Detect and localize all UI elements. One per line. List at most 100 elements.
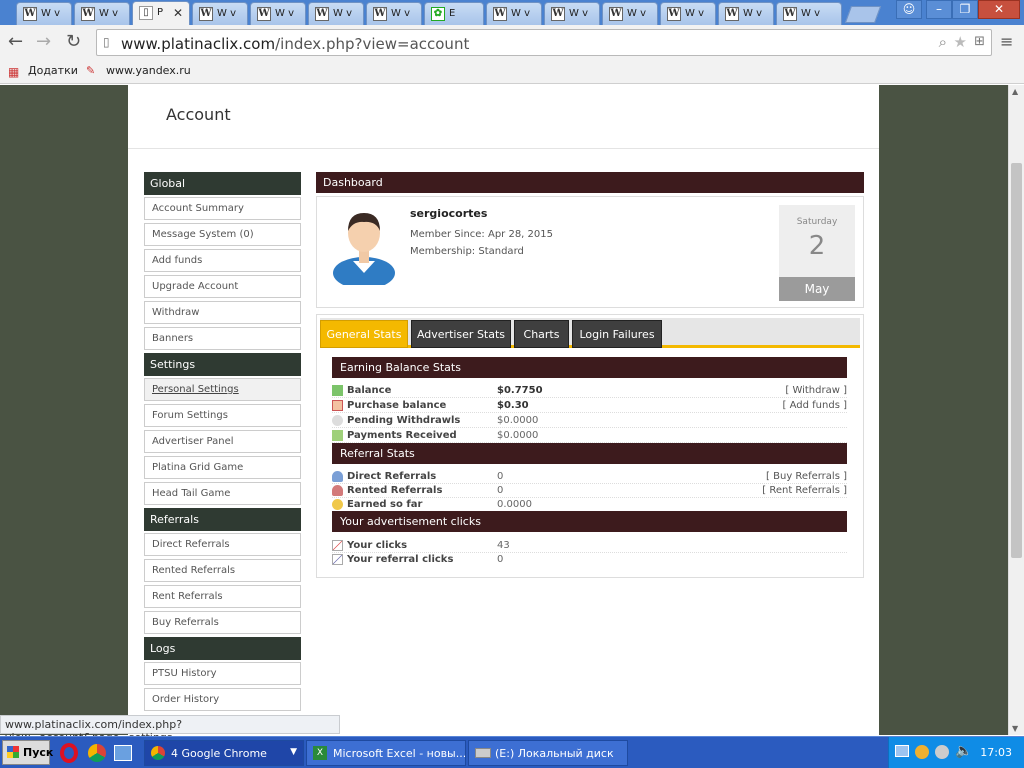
wikipedia-icon: W <box>315 7 329 21</box>
desktop-icon[interactable] <box>114 745 132 761</box>
sidebar-item-account-summary[interactable]: Account Summary <box>144 197 301 220</box>
browser-tab[interactable]: WW v <box>486 2 542 25</box>
sidebar-item-order-history[interactable]: Order History <box>144 688 301 711</box>
back-icon[interactable]: ← <box>8 32 23 52</box>
sidebar-item-personal-settings[interactable]: Personal Settings <box>144 378 301 401</box>
security-icon[interactable] <box>935 745 949 759</box>
coins-icon <box>332 499 343 510</box>
wikipedia-icon: W <box>199 7 213 21</box>
page-title: Account <box>166 105 231 124</box>
account-sidebar: Global Account Summary Message System (0… <box>144 172 301 714</box>
taskbar-item-drive[interactable]: (E:) Локальный диск <box>468 740 628 766</box>
zoom-icon[interactable]: ⌕ <box>939 33 947 51</box>
profile-card: sergiocortes Member Since: Apr 28, 2015 … <box>316 196 864 308</box>
browser-tab[interactable]: WW v <box>544 2 600 25</box>
sidebar-item-advertiser-panel[interactable]: Advertiser Panel <box>144 430 301 453</box>
stats-tabs: General Stats Advertiser Stats Charts Lo… <box>320 318 860 348</box>
browser-tab[interactable]: WW v <box>660 2 716 25</box>
star-icon[interactable]: ★ <box>954 33 967 51</box>
browser-tab[interactable]: WW v <box>366 2 422 25</box>
page-scrollbar[interactable]: ▲ ▼ <box>1008 85 1024 735</box>
stats-panel: General Stats Advertiser Stats Charts Lo… <box>316 314 864 578</box>
restore-button[interactable]: ❐ <box>952 0 978 19</box>
antivirus-icon[interactable] <box>915 745 929 759</box>
browser-tab[interactable]: WW v <box>192 2 248 25</box>
address-bar[interactable]: ▯ www.platinaclix.com/index.php?view=acc… <box>96 29 992 56</box>
sidebar-item-rent-referrals[interactable]: Rent Referrals <box>144 585 301 608</box>
withdraw-link[interactable]: [ Withdraw ] <box>785 385 847 396</box>
windows-logo-icon <box>7 746 19 758</box>
menu-icon[interactable]: ≡ <box>1000 32 1013 52</box>
drive-icon <box>475 748 491 758</box>
yandex-icon: ✎ <box>86 64 96 77</box>
browser-tab-active[interactable]: ▯ P ✕ <box>132 1 190 25</box>
tab-charts[interactable]: Charts <box>514 320 569 348</box>
sidebar-section-settings: Settings <box>144 353 301 376</box>
clock: 17:03 <box>980 746 1012 759</box>
bookmark-yandex[interactable]: www.yandex.ru <box>106 64 191 77</box>
sidebar-item-platina-grid-game[interactable]: Platina Grid Game <box>144 456 301 479</box>
volume-icon[interactable]: 🔈 <box>955 743 972 759</box>
bookmarks-bar: ▦ Додатки ✎ www.yandex.ru <box>0 60 1024 84</box>
opera-icon[interactable] <box>60 743 78 763</box>
scroll-down-icon[interactable]: ▼ <box>1012 724 1018 733</box>
browser-tab[interactable]: WW v <box>308 2 364 25</box>
apps-icon[interactable]: ▦ <box>8 65 19 79</box>
sidebar-item-message-system[interactable]: Message System (0) <box>144 223 301 246</box>
wikipedia-icon: W <box>551 7 565 21</box>
browser-tab[interactable]: WW v <box>16 2 72 25</box>
sidebar-item-head-tail-game[interactable]: Head Tail Game <box>144 482 301 505</box>
page-icon: ▯ <box>139 6 153 20</box>
scroll-up-icon[interactable]: ▲ <box>1012 87 1018 96</box>
stat-row-purchase-balance: Purchase balance $0.30 [ Add funds ] <box>332 399 847 413</box>
wikipedia-icon: W <box>373 7 387 21</box>
sidebar-item-banners[interactable]: Banners <box>144 327 301 350</box>
sidebar-item-forum-settings[interactable]: Forum Settings <box>144 404 301 427</box>
scrollbar-thumb[interactable] <box>1011 163 1022 558</box>
member-since: Member Since: Apr 28, 2015 <box>410 229 553 240</box>
sidebar-item-buy-referrals[interactable]: Buy Referrals <box>144 611 301 634</box>
user-icon[interactable]: ☺ <box>896 0 922 19</box>
sidebar-item-direct-referrals[interactable]: Direct Referrals <box>144 533 301 556</box>
taskbar-item-chrome[interactable]: 4 Google Chrome ▼ <box>144 740 304 766</box>
stat-row-referral-clicks: Your referral clicks 0 <box>332 553 847 567</box>
tab-general-stats[interactable]: General Stats <box>320 320 408 348</box>
taskbar: Пуск 4 Google Chrome ▼ X Microsoft Excel… <box>0 736 1024 768</box>
browser-tab[interactable]: WW v <box>776 2 842 25</box>
taskbar-item-excel[interactable]: X Microsoft Excel - новы... <box>306 740 466 766</box>
rent-referrals-link[interactable]: [ Rent Referrals ] <box>762 485 847 496</box>
browser-tab[interactable]: WW v <box>250 2 306 25</box>
network-icon[interactable] <box>895 745 909 757</box>
forward-icon[interactable]: → <box>36 32 51 52</box>
browser-tab[interactable]: WW v <box>602 2 658 25</box>
bookmark-apps[interactable]: Додатки <box>28 64 78 77</box>
start-button[interactable]: Пуск <box>2 740 53 765</box>
sidebar-item-ptsu-history[interactable]: PTSU History <box>144 662 301 685</box>
sidebar-item-rented-referrals[interactable]: Rented Referrals <box>144 559 301 582</box>
browser-tab[interactable]: WW v <box>74 2 130 25</box>
earning-stats-heading: Earning Balance Stats <box>332 357 847 378</box>
close-tab-icon[interactable]: ✕ <box>173 6 183 20</box>
status-bubble: www.platinaclix.com/index.php?view=accou… <box>0 715 340 744</box>
excel-icon: X <box>313 746 327 760</box>
sidebar-item-upgrade-account[interactable]: Upgrade Account <box>144 275 301 298</box>
close-window-button[interactable]: ✕ <box>978 0 1020 19</box>
calendar-weekday: Saturday <box>796 217 838 227</box>
tab-advertiser-stats[interactable]: Advertiser Stats <box>411 320 511 348</box>
tab-login-failures[interactable]: Login Failures <box>572 320 662 348</box>
sidebar-item-withdraw[interactable]: Withdraw <box>144 301 301 324</box>
user-icon <box>332 471 343 482</box>
add-funds-link[interactable]: [ Add funds ] <box>783 400 847 411</box>
chrome-icon[interactable] <box>88 744 106 762</box>
sidebar-item-add-funds[interactable]: Add funds <box>144 249 301 272</box>
translate-icon[interactable]: ⊞ <box>974 34 985 49</box>
browser-tab[interactable]: ✿ E <box>424 2 484 25</box>
new-tab-button[interactable] <box>844 6 882 23</box>
minimize-button[interactable]: – <box>926 0 952 19</box>
browser-tab[interactable]: WW v <box>718 2 774 25</box>
sidebar-section-global: Global <box>144 172 301 195</box>
stat-row-balance: Balance $0.7750 [ Withdraw ] <box>332 384 847 398</box>
buy-referrals-link[interactable]: [ Buy Referrals ] <box>766 471 847 482</box>
url-domain: www.platinaclix.com <box>121 35 276 53</box>
reload-icon[interactable]: ↻ <box>66 32 81 52</box>
